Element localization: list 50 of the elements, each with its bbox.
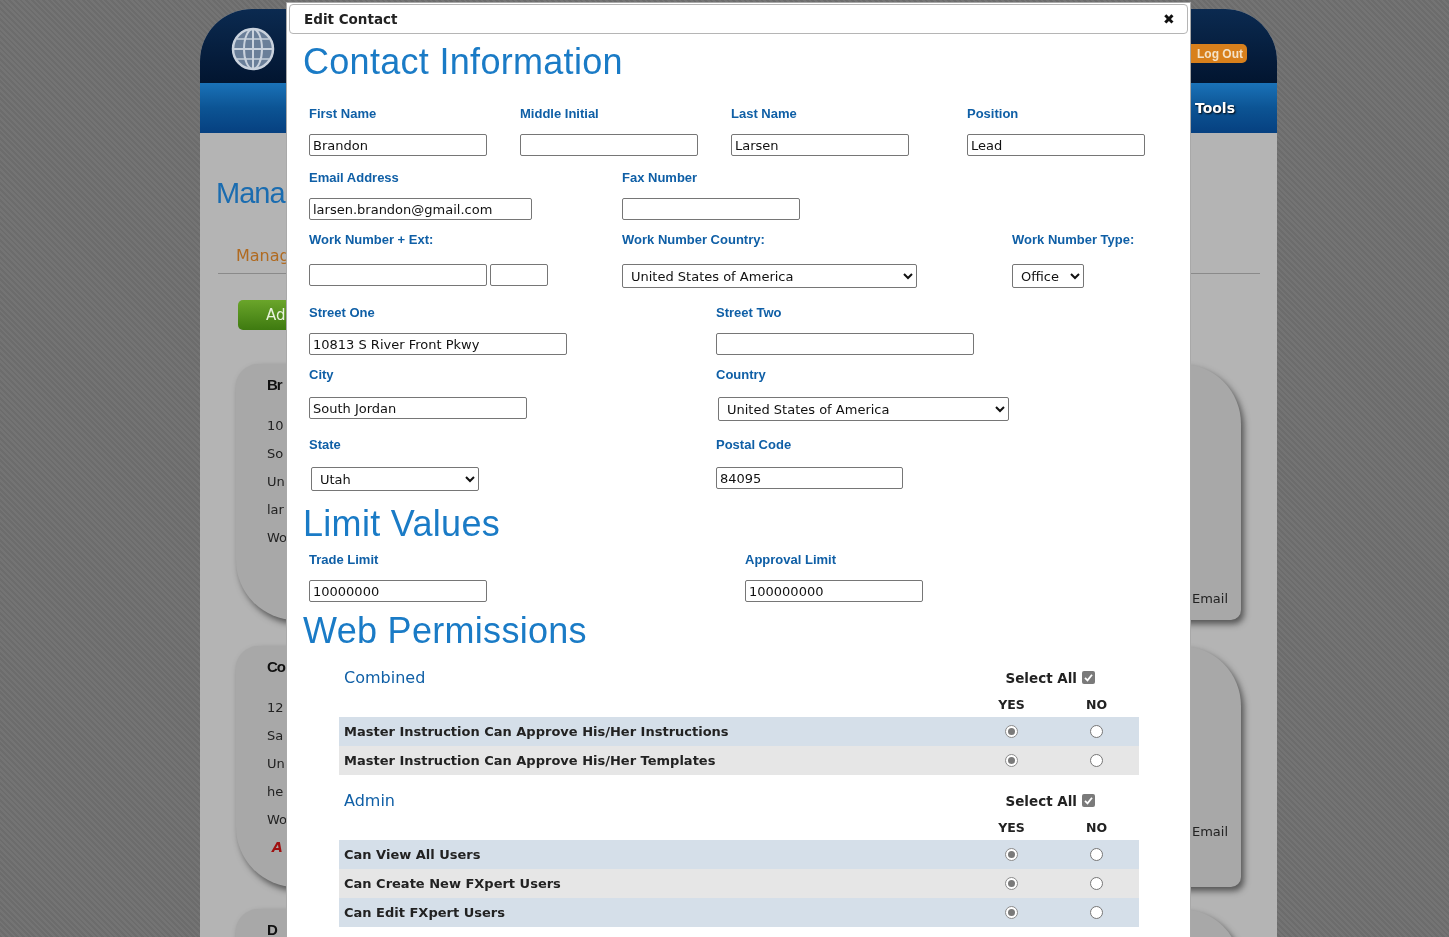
card-title: Co xyxy=(267,657,285,677)
permission-label: Can View All Users xyxy=(343,847,481,862)
field-label: Last Name xyxy=(731,106,798,122)
card-text: So xyxy=(267,445,284,463)
dialog-title: Edit Contact xyxy=(304,11,398,27)
field-label: Work Number + Ext: xyxy=(309,232,435,248)
card-title: Br xyxy=(267,375,282,395)
card-text: 10 xyxy=(267,417,284,435)
card-text: Email xyxy=(1191,824,1228,839)
field-label: Email Address xyxy=(309,170,400,186)
card-text: Sa xyxy=(267,727,284,745)
field-label: Country xyxy=(716,367,767,383)
column-header: NO xyxy=(1085,819,1108,835)
field-label: Approval Limit xyxy=(745,552,837,568)
card-text: lar xyxy=(267,501,284,519)
select-all-label: Select All xyxy=(1005,792,1077,809)
section-heading: Contact Information xyxy=(303,40,624,84)
field-label: City xyxy=(309,367,335,383)
permission-label: Can Create New FXpert Users xyxy=(343,876,561,891)
permission-label: Can Edit FXpert Users xyxy=(343,905,505,920)
field-label: First Name xyxy=(309,106,378,122)
card-text: Wo xyxy=(267,529,288,547)
column-header: YES xyxy=(998,696,1025,712)
page-heading: Mana xyxy=(216,176,285,211)
section-heading: Web Permissions xyxy=(303,609,588,653)
card-text: Wo xyxy=(267,811,288,829)
field-label: Fax Number xyxy=(622,170,699,186)
card-title: D xyxy=(267,920,277,937)
field-label: Middle Initial xyxy=(520,106,600,122)
card-text: he xyxy=(267,783,284,801)
select-all-label: Select All xyxy=(1005,669,1077,686)
field-label: Trade Limit xyxy=(309,552,380,568)
column-header: NO xyxy=(1085,696,1108,712)
group-heading: Combined xyxy=(343,668,427,687)
permission-label: Master Instruction Can Approve His/Her Instructions xyxy=(343,724,729,739)
card-text: Un xyxy=(267,755,285,773)
card-text: Un xyxy=(267,473,285,491)
section-heading: Limit Values xyxy=(303,502,501,546)
field-label: State xyxy=(309,437,342,453)
card-text: 12 xyxy=(267,699,284,717)
field-label: Street One xyxy=(309,305,376,321)
group-heading: Admin xyxy=(343,791,396,810)
column-header: YES xyxy=(998,819,1025,835)
card-text: Email xyxy=(1191,591,1228,606)
field-label: Postal Code xyxy=(716,437,793,453)
field-label: Position xyxy=(967,106,1020,122)
field-label: Work Number Type: xyxy=(1012,232,1136,248)
field-label: Work Number Country: xyxy=(622,232,766,248)
permission-label: Master Instruction Can Approve His/Her Templates xyxy=(343,753,716,768)
field-label: Street Two xyxy=(716,305,783,321)
